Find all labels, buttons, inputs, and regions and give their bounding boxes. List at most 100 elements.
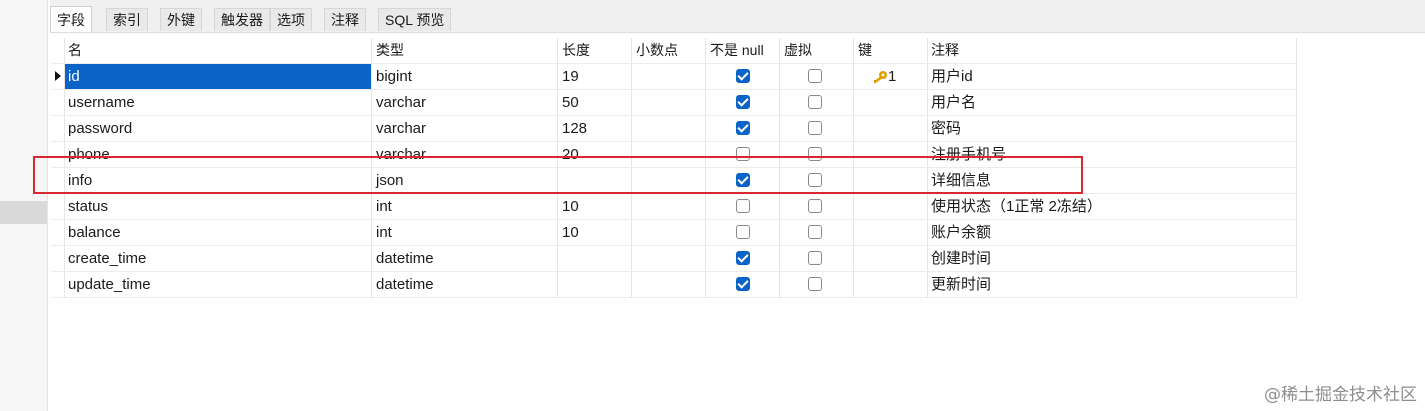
table-header: 名 类型 长度 小数点 不是 null 虚拟 键 注释 — [51, 38, 1297, 64]
key-cell[interactable] — [853, 220, 927, 245]
comment-cell[interactable]: 密码 — [927, 116, 1297, 141]
virtual-checkbox[interactable] — [808, 95, 822, 109]
header-marker — [51, 38, 64, 63]
left-pane-selected-item[interactable] — [0, 201, 47, 224]
key-order: 1 — [888, 68, 897, 85]
key-icon — [873, 71, 887, 84]
not-null-cell — [705, 220, 779, 245]
not-null-checkbox[interactable] — [736, 225, 750, 239]
virtual-cell — [779, 194, 853, 219]
header-decimals[interactable]: 小数点 — [631, 38, 705, 63]
field-name-cell[interactable]: status — [64, 194, 371, 219]
comment-cell[interactable]: 用户id — [927, 64, 1297, 89]
key-cell[interactable] — [853, 246, 927, 271]
header-comment[interactable]: 注释 — [927, 38, 1297, 63]
field-length-cell[interactable]: 10 — [557, 220, 631, 245]
field-type-cell[interactable]: varchar — [371, 116, 557, 141]
field-decimals-cell[interactable] — [631, 116, 705, 141]
key-cell[interactable]: 1 — [853, 64, 927, 89]
virtual-checkbox[interactable] — [808, 277, 822, 291]
table-row[interactable]: username varchar 50 用户名 — [51, 90, 1297, 116]
not-null-checkbox[interactable] — [736, 199, 750, 213]
left-pane — [0, 0, 48, 411]
field-length-cell[interactable] — [557, 246, 631, 271]
not-null-checkbox[interactable] — [736, 69, 750, 83]
not-null-checkbox[interactable] — [736, 251, 750, 265]
table-row[interactable]: balance int 10 账户余额 — [51, 220, 1297, 246]
field-type-cell[interactable]: datetime — [371, 246, 557, 271]
table-row[interactable]: status int 10 使用状态（1正常 2冻结） — [51, 194, 1297, 220]
row-marker-cell — [51, 220, 64, 245]
comment-cell[interactable]: 更新时间 — [927, 272, 1297, 297]
comment-cell[interactable]: 创建时间 — [927, 246, 1297, 271]
header-virtual[interactable]: 虚拟 — [779, 38, 853, 63]
current-row-arrow-icon — [55, 71, 61, 81]
header-key[interactable]: 键 — [853, 38, 927, 63]
watermark: @稀土掘金技术社区 — [1264, 385, 1417, 405]
field-name-cell[interactable]: password — [64, 116, 371, 141]
field-name-cell[interactable]: balance — [64, 220, 371, 245]
tab-comment[interactable]: 注释 — [324, 8, 366, 31]
row-marker-cell — [51, 246, 64, 271]
primary-key-indicator: 1 — [872, 64, 896, 89]
field-type-cell[interactable]: int — [371, 220, 557, 245]
field-type-cell[interactable]: int — [371, 194, 557, 219]
tab-fields[interactable]: 字段 — [50, 6, 92, 32]
virtual-cell — [779, 64, 853, 89]
field-decimals-cell[interactable] — [631, 272, 705, 297]
table-row[interactable]: update_time datetime 更新时间 — [51, 272, 1297, 298]
field-length-cell[interactable]: 10 — [557, 194, 631, 219]
field-decimals-cell[interactable] — [631, 90, 705, 115]
virtual-cell — [779, 116, 853, 141]
field-name-cell[interactable]: update_time — [64, 272, 371, 297]
field-length-cell[interactable]: 128 — [557, 116, 631, 141]
field-type-cell[interactable]: datetime — [371, 272, 557, 297]
not-null-checkbox[interactable] — [736, 95, 750, 109]
comment-cell[interactable]: 使用状态（1正常 2冻结） — [927, 194, 1297, 219]
field-length-cell[interactable]: 19 — [557, 64, 631, 89]
field-type-cell[interactable]: bigint — [371, 64, 557, 89]
tab-triggers[interactable]: 触发器 — [214, 8, 270, 31]
key-cell[interactable] — [853, 272, 927, 297]
not-null-cell — [705, 64, 779, 89]
comment-cell[interactable]: 账户余额 — [927, 220, 1297, 245]
virtual-checkbox[interactable] — [808, 199, 822, 213]
header-not-null[interactable]: 不是 null — [705, 38, 779, 63]
field-name-cell[interactable]: username — [64, 90, 371, 115]
virtual-checkbox[interactable] — [808, 225, 822, 239]
field-decimals-cell[interactable] — [631, 64, 705, 89]
header-name[interactable]: 名 — [64, 38, 371, 63]
key-cell[interactable] — [853, 116, 927, 141]
tab-sql-preview[interactable]: SQL 预览 — [378, 8, 452, 31]
tab-foreign-keys[interactable]: 外键 — [160, 8, 202, 31]
virtual-cell — [779, 272, 853, 297]
virtual-checkbox[interactable] — [808, 121, 822, 135]
not-null-checkbox[interactable] — [736, 121, 750, 135]
header-length[interactable]: 长度 — [557, 38, 631, 63]
tab-options[interactable]: 选项 — [270, 8, 312, 31]
field-name-cell[interactable]: id — [64, 64, 371, 89]
field-decimals-cell[interactable] — [631, 194, 705, 219]
comment-cell[interactable]: 用户名 — [927, 90, 1297, 115]
not-null-cell — [705, 194, 779, 219]
not-null-checkbox[interactable] — [736, 277, 750, 291]
tab-indexes[interactable]: 索引 — [106, 8, 148, 31]
virtual-checkbox[interactable] — [808, 69, 822, 83]
field-decimals-cell[interactable] — [631, 246, 705, 271]
table-row[interactable]: id bigint 19 1 用户id — [51, 64, 1297, 90]
key-cell[interactable] — [853, 194, 927, 219]
header-type[interactable]: 类型 — [371, 38, 557, 63]
virtual-cell — [779, 90, 853, 115]
not-null-cell — [705, 246, 779, 271]
field-type-cell[interactable]: varchar — [371, 90, 557, 115]
field-name-cell[interactable]: create_time — [64, 246, 371, 271]
field-decimals-cell[interactable] — [631, 220, 705, 245]
not-null-cell — [705, 90, 779, 115]
not-null-cell — [705, 272, 779, 297]
virtual-checkbox[interactable] — [808, 251, 822, 265]
table-row[interactable]: password varchar 128 密码 — [51, 116, 1297, 142]
field-length-cell[interactable]: 50 — [557, 90, 631, 115]
key-cell[interactable] — [853, 90, 927, 115]
table-row[interactable]: create_time datetime 创建时间 — [51, 246, 1297, 272]
field-length-cell[interactable] — [557, 272, 631, 297]
